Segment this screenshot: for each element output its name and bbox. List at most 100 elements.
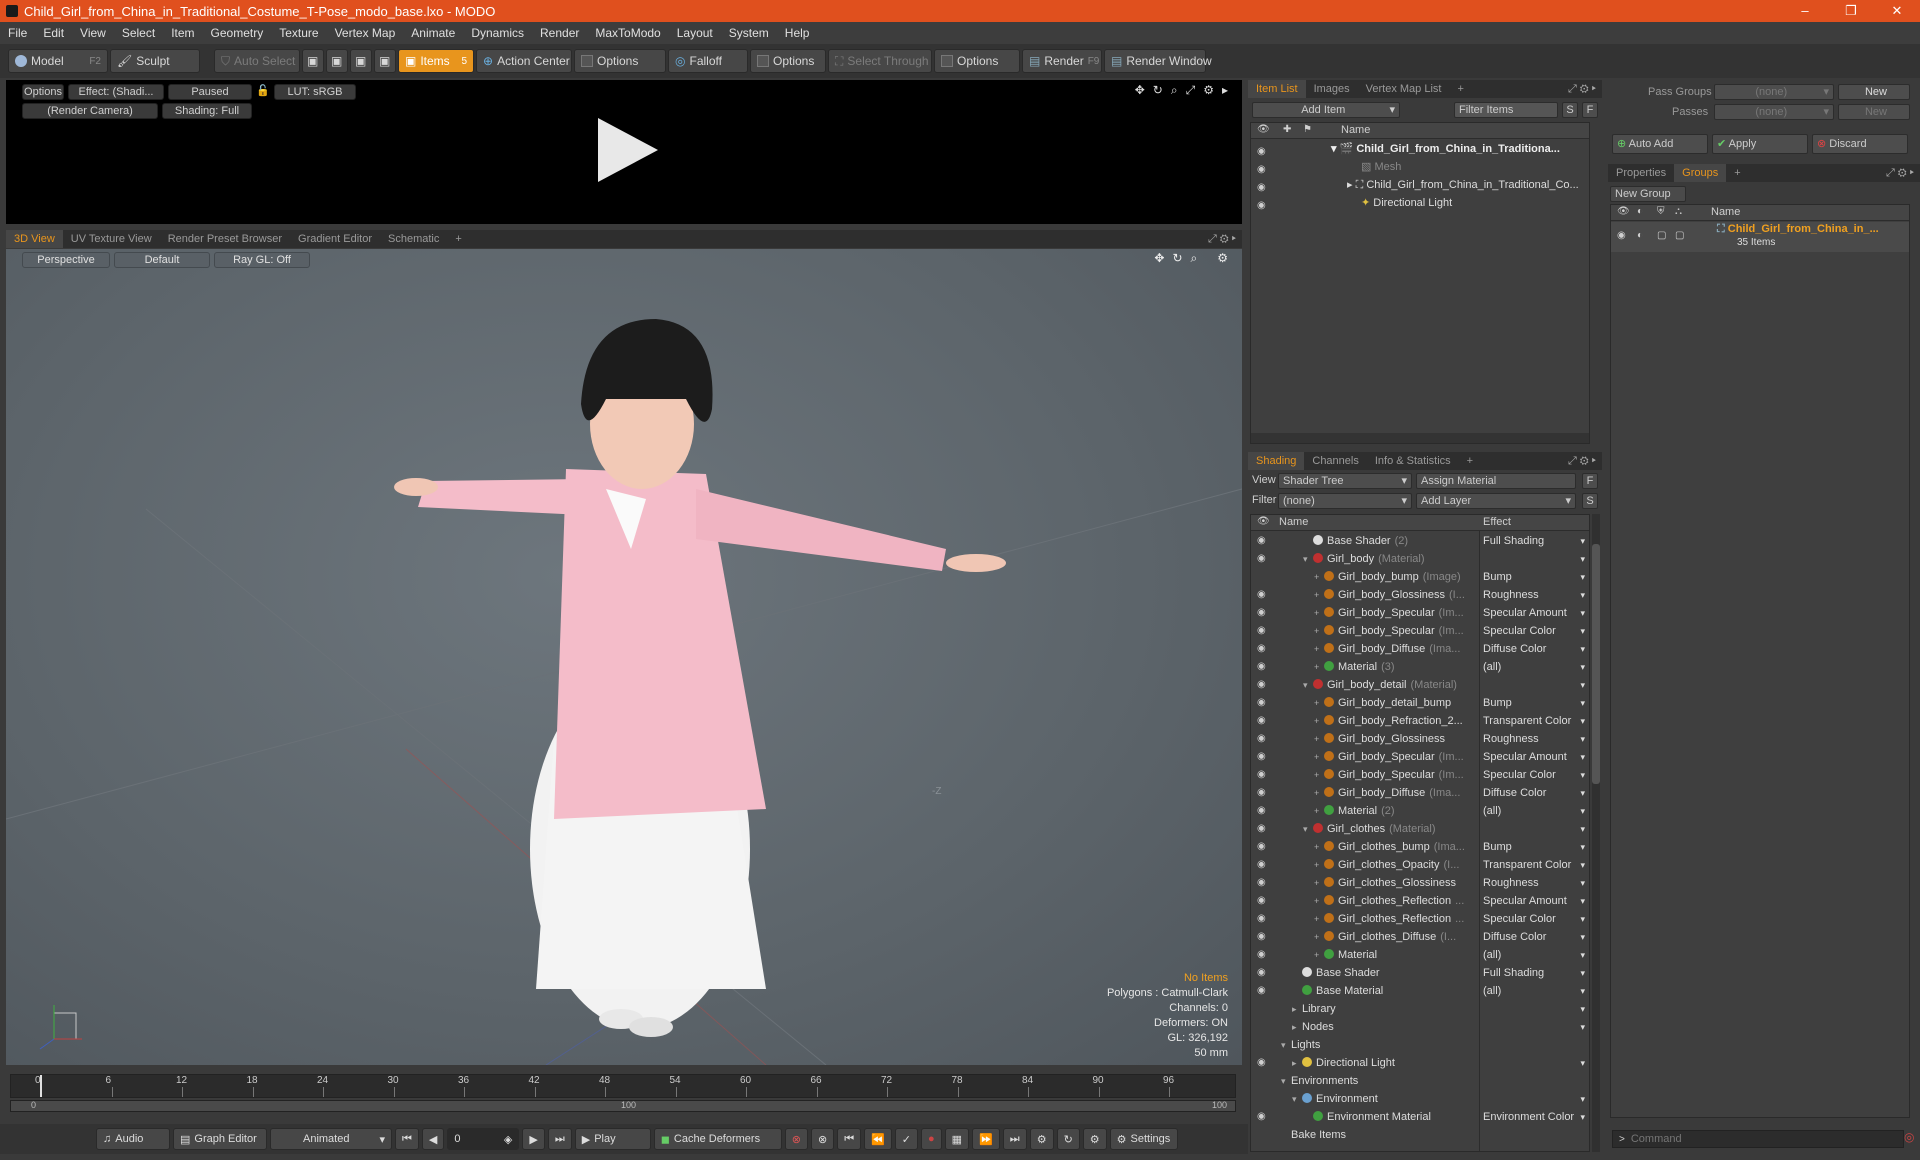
add-icon[interactable]: + bbox=[1314, 658, 1324, 676]
horizontal-scrollbar[interactable] bbox=[1251, 433, 1589, 443]
go-to-start-button[interactable]: ⏮ bbox=[395, 1128, 419, 1150]
close-button[interactable]: ✕ bbox=[1874, 0, 1920, 22]
shader-tree-row[interactable]: ◉ + Girl_body_Diffuse (Ima... Diffuse Color ▾ bbox=[1251, 640, 1589, 658]
add-item-dropdown[interactable]: Add Item ▾ bbox=[1252, 102, 1400, 118]
effect-dropdown[interactable]: (all) ▾ bbox=[1483, 982, 1587, 1000]
gear-icon[interactable]: ⚙ bbox=[1203, 83, 1214, 98]
expand-toggle-icon[interactable]: ▾ bbox=[1303, 676, 1313, 694]
new-pass-button[interactable]: New bbox=[1838, 104, 1910, 120]
search-mode-s-button[interactable]: S bbox=[1562, 102, 1578, 118]
shader-tree-row[interactable]: ◉ ▾ Girl_clothes (Material) ▾ bbox=[1251, 820, 1589, 838]
shader-tree-row[interactable]: ◉ + Girl_body_Specular (Im... Specular Color… bbox=[1251, 622, 1589, 640]
shader-tree-row[interactable]: ▾ Environment ▾ bbox=[1251, 1090, 1589, 1108]
settings-button[interactable]: ⚙ Settings bbox=[1109, 1128, 1178, 1150]
add-icon[interactable]: + bbox=[1314, 856, 1324, 874]
new-pass-group-button[interactable]: New bbox=[1838, 84, 1910, 100]
effect-dropdown[interactable]: Full Shading ▾ bbox=[1483, 532, 1587, 550]
shader-tree-row[interactable]: ◉ Base Shader Full Shading ▾ bbox=[1251, 964, 1589, 982]
menu-dynamics[interactable]: Dynamics bbox=[463, 26, 532, 40]
preview-effect-dropdown[interactable]: Effect: (Shadi... bbox=[68, 84, 164, 100]
effect-dropdown[interactable]: Diffuse Color ▾ bbox=[1483, 784, 1587, 802]
shader-tree-row[interactable]: ◉ + Girl_body_Diffuse (Ima... Diffuse Color ▾ bbox=[1251, 784, 1589, 802]
add-icon[interactable]: + bbox=[1314, 910, 1324, 928]
shader-tree-row[interactable]: ◉ Base Shader (2) Full Shading ▾ bbox=[1251, 532, 1589, 550]
add-icon[interactable]: + bbox=[1314, 838, 1324, 856]
command-history-icon[interactable]: ◎ bbox=[1904, 1130, 1914, 1144]
preview-options-button[interactable]: Options bbox=[22, 84, 64, 100]
effect-dropdown[interactable]: Full Shading ▾ bbox=[1483, 964, 1587, 982]
shader-tree-row[interactable]: ◉ + Girl_body_Specular (Im... Specular Amoun… bbox=[1251, 748, 1589, 766]
eye-icon[interactable]: ◉ bbox=[1257, 715, 1269, 727]
shader-tree-row[interactable]: ▸ Library ▾ bbox=[1251, 1000, 1589, 1018]
add-icon[interactable]: + bbox=[1314, 604, 1324, 622]
eye-icon[interactable]: ◉ bbox=[1257, 143, 1269, 157]
falloff-button[interactable]: ◎ Falloff bbox=[668, 49, 748, 73]
shader-tree-row[interactable]: ◉ + Girl_clothes_Diffuse (I... Diffuse Color… bbox=[1251, 928, 1589, 946]
vertical-scrollbar[interactable] bbox=[1592, 514, 1600, 1152]
select-through-button[interactable]: ⛶ Select Through bbox=[828, 49, 932, 73]
auto-add-button[interactable]: ⊕ Auto Add bbox=[1612, 134, 1708, 154]
add-tab-button[interactable]: + bbox=[1449, 80, 1471, 98]
item-tree[interactable]: 👁 ✚ ⚑ Name ◉ ▾ 🎬 Child_Girl_from_China_i… bbox=[1250, 122, 1590, 444]
add-icon[interactable]: + bbox=[1314, 640, 1324, 658]
tab-item-list[interactable]: Item List bbox=[1248, 80, 1306, 98]
add-icon[interactable]: + bbox=[1314, 586, 1324, 604]
name-column-header[interactable]: Name bbox=[1279, 516, 1308, 528]
command-field[interactable] bbox=[1630, 1133, 1903, 1145]
preview-camera-dropdown[interactable]: (Render Camera) bbox=[22, 103, 158, 119]
menu-item[interactable]: Item bbox=[163, 26, 202, 40]
timeline[interactable]: 0 6 12 18 24 30 36 42 48 54 60 66 72 78 84 90 96 0 100 1… bbox=[6, 1070, 1242, 1116]
shader-tree-row[interactable]: ◉ + Girl_clothes_bump (Ima... Bump ▾ bbox=[1251, 838, 1589, 856]
eye-icon[interactable]: ◉ bbox=[1257, 161, 1269, 175]
effect-dropdown[interactable]: Specular Amount ▾ bbox=[1483, 604, 1587, 622]
menu-file[interactable]: File bbox=[0, 26, 35, 40]
shader-tree-row[interactable]: ◉ + Material (3) (all) ▾ bbox=[1251, 658, 1589, 676]
shader-tree-row[interactable]: ◉ ▾ Girl_body (Material) ▾ bbox=[1251, 550, 1589, 568]
eye-icon[interactable]: ◉ bbox=[1257, 643, 1269, 655]
add-icon[interactable]: + bbox=[1314, 766, 1324, 784]
eye-icon[interactable]: ◉ bbox=[1257, 625, 1269, 637]
shader-tree-row[interactable]: ◉ + Girl_clothes_Reflection... Specular Amo… bbox=[1251, 892, 1589, 910]
apply-button[interactable]: ✔ Apply bbox=[1712, 134, 1808, 154]
record-keys-button[interactable]: ⊗ bbox=[784, 1128, 808, 1150]
tree-item-directional-light[interactable]: ◉ ✦ Directional Light bbox=[1251, 194, 1589, 212]
step-back-button[interactable]: ◀ bbox=[421, 1128, 445, 1150]
expand-toggle-icon[interactable]: ▾ bbox=[1292, 1090, 1302, 1108]
add-icon[interactable]: + bbox=[1314, 730, 1324, 748]
expand-toggle-icon[interactable]: ▾ bbox=[1303, 550, 1313, 568]
effect-dropdown[interactable]: Transparent Color ▾ bbox=[1483, 856, 1587, 874]
pass-groups-dropdown[interactable]: (none) ▾ bbox=[1714, 84, 1834, 100]
eye-icon[interactable]: ◉ bbox=[1257, 823, 1269, 835]
action-center-button[interactable]: ⊕ Action Center bbox=[476, 49, 572, 73]
maximize-icon[interactable]: ⤢ bbox=[1186, 83, 1196, 98]
snap-button[interactable]: ⚙ bbox=[1082, 1128, 1107, 1150]
prev-key-button[interactable]: ⏮ bbox=[837, 1128, 862, 1150]
minimize-button[interactable]: – bbox=[1782, 0, 1828, 22]
add-layer-dropdown[interactable]: Add Layer ▾ bbox=[1416, 493, 1576, 509]
lock-toggle-icon[interactable]: ▢ bbox=[1657, 230, 1666, 241]
shader-tree-row[interactable]: ◉ + Girl_clothes_Glossiness Roughness ▾ bbox=[1251, 874, 1589, 892]
select-through-options-button[interactable]: Options bbox=[934, 49, 1020, 73]
groups-list[interactable]: 👁 ◐ ⛨ ⛬ Name ◉ ◐ ▢ ▢ ⛶ Child_Girl_from_C… bbox=[1610, 204, 1910, 1118]
eye-icon[interactable]: ◉ bbox=[1257, 805, 1269, 817]
effect-dropdown[interactable]: Diffuse Color ▾ bbox=[1483, 640, 1587, 658]
shader-tree-row[interactable]: ◉ + Girl_body_Glossiness Roughness ▾ bbox=[1251, 730, 1589, 748]
render-preview[interactable]: Options Effect: (Shadi... Paused 🔓 LUT: … bbox=[6, 80, 1242, 224]
add-icon[interactable]: + bbox=[1314, 946, 1324, 964]
shader-tree-row[interactable]: ◉ ▸ Directional Light ▾ bbox=[1251, 1054, 1589, 1072]
tab-schematic[interactable]: Schematic bbox=[380, 230, 447, 248]
passes-dropdown[interactable]: (none) ▾ bbox=[1714, 104, 1834, 120]
lut-dropdown[interactable]: LUT: sRGB bbox=[274, 84, 356, 100]
add-icon[interactable]: + bbox=[1314, 694, 1324, 712]
effect-dropdown[interactable]: (all) ▾ bbox=[1483, 658, 1587, 676]
select-toggle-icon[interactable]: ▢ bbox=[1675, 230, 1684, 241]
shader-tree[interactable]: 👁 Name Effect ◉ Base Shader (2) Full Shadin… bbox=[1250, 514, 1590, 1152]
shader-tree-row[interactable]: ◉ + Girl_body_Refraction_2... Transparent C… bbox=[1251, 712, 1589, 730]
tab-uv-texture-view[interactable]: UV Texture View bbox=[63, 230, 160, 248]
next-frame-key-button[interactable]: ⏩ bbox=[972, 1128, 1000, 1150]
menu-view[interactable]: View bbox=[72, 26, 114, 40]
key-set-button[interactable]: ▦ bbox=[944, 1128, 970, 1150]
add-icon[interactable]: + bbox=[1314, 784, 1324, 802]
tab-vertex-map-list[interactable]: Vertex Map List bbox=[1358, 80, 1450, 98]
effect-dropdown[interactable]: Roughness ▾ bbox=[1483, 586, 1587, 604]
